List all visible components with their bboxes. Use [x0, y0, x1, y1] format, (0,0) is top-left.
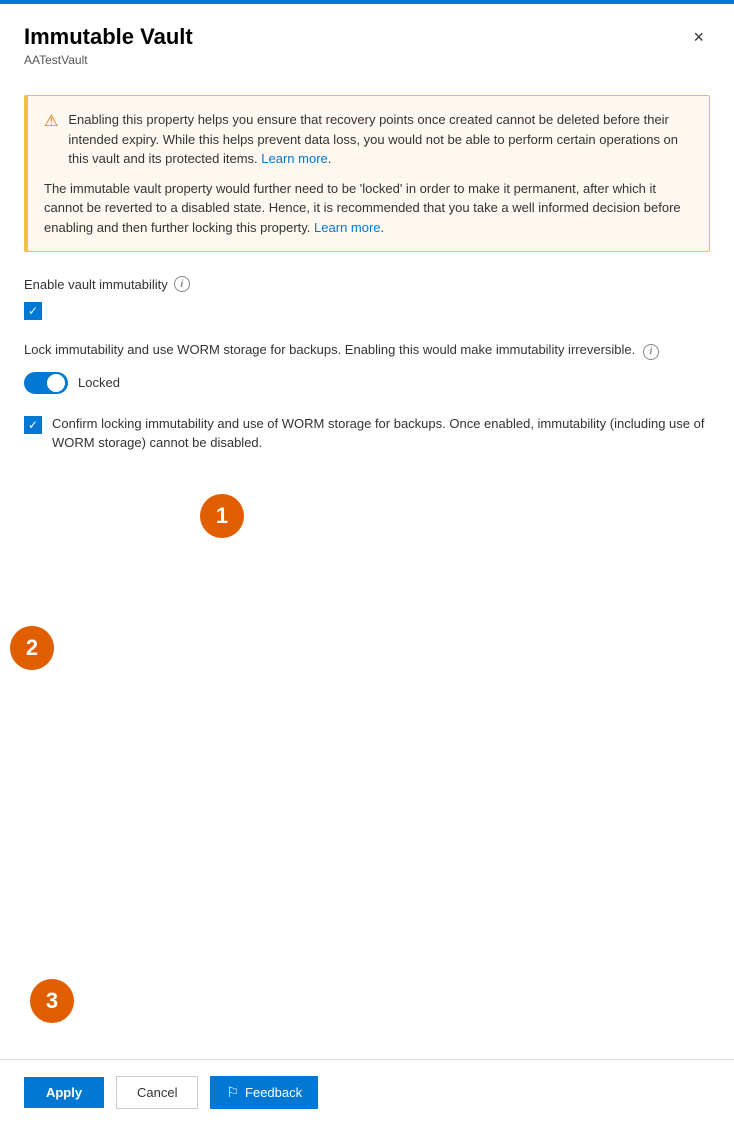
annotation-3: 3 — [30, 979, 74, 1023]
panel-title: Immutable Vault — [24, 24, 193, 50]
feedback-icon: ⚐ — [226, 1084, 239, 1101]
panel-footer: Apply Cancel ⚐ Feedback — [0, 1059, 734, 1125]
lock-info-icon[interactable]: i — [643, 344, 659, 360]
feedback-button[interactable]: ⚐ Feedback — [210, 1076, 318, 1109]
immutability-label: Enable vault immutability i — [24, 276, 710, 292]
lock-toggle[interactable] — [24, 372, 68, 394]
check-mark: ✓ — [28, 305, 38, 317]
immutability-section: Enable vault immutability i ✓ — [24, 276, 710, 320]
immutability-checkbox[interactable]: ✓ — [24, 302, 42, 320]
confirm-text: Confirm locking immutability and use of … — [52, 414, 710, 453]
feedback-label: Feedback — [245, 1085, 302, 1100]
header-title-group: Immutable Vault AATestVault — [24, 24, 193, 67]
immutability-checkbox-wrapper[interactable]: ✓ — [24, 302, 710, 320]
toggle-label: Locked — [78, 375, 120, 390]
annotation-1: 1 — [200, 494, 244, 538]
panel-header: Immutable Vault AATestVault × — [0, 4, 734, 79]
warning-second-para: The immutable vault property would furth… — [44, 179, 693, 238]
learn-more-link-2[interactable]: Learn more — [314, 220, 380, 235]
panel: Immutable Vault AATestVault × ⚠ Enabling… — [0, 4, 734, 1125]
learn-more-link-1[interactable]: Learn more — [261, 151, 327, 166]
close-button[interactable]: × — [687, 24, 710, 50]
panel-content: ⚠ Enabling this property helps you ensur… — [0, 79, 734, 1059]
warning-text-1: Enabling this property helps you ensure … — [68, 110, 693, 169]
warning-first-row: ⚠ Enabling this property helps you ensur… — [44, 110, 693, 169]
immutability-info-icon[interactable]: i — [174, 276, 190, 292]
apply-button[interactable]: Apply — [24, 1077, 104, 1108]
cancel-button[interactable]: Cancel — [116, 1076, 198, 1109]
panel-subtitle: AATestVault — [24, 53, 193, 67]
confirm-row: ✓ Confirm locking immutability and use o… — [24, 414, 710, 453]
confirm-checkmark: ✓ — [28, 419, 38, 431]
toggle-row: Locked — [24, 372, 710, 394]
lock-section: Lock immutability and use WORM storage f… — [24, 340, 710, 394]
toggle-knob — [47, 374, 65, 392]
warning-box: ⚠ Enabling this property helps you ensur… — [24, 95, 710, 252]
confirm-checkbox[interactable]: ✓ — [24, 416, 42, 434]
annotation-2: 2 — [10, 626, 54, 670]
warning-icon: ⚠ — [44, 111, 58, 169]
lock-section-label: Lock immutability and use WORM storage f… — [24, 340, 710, 360]
